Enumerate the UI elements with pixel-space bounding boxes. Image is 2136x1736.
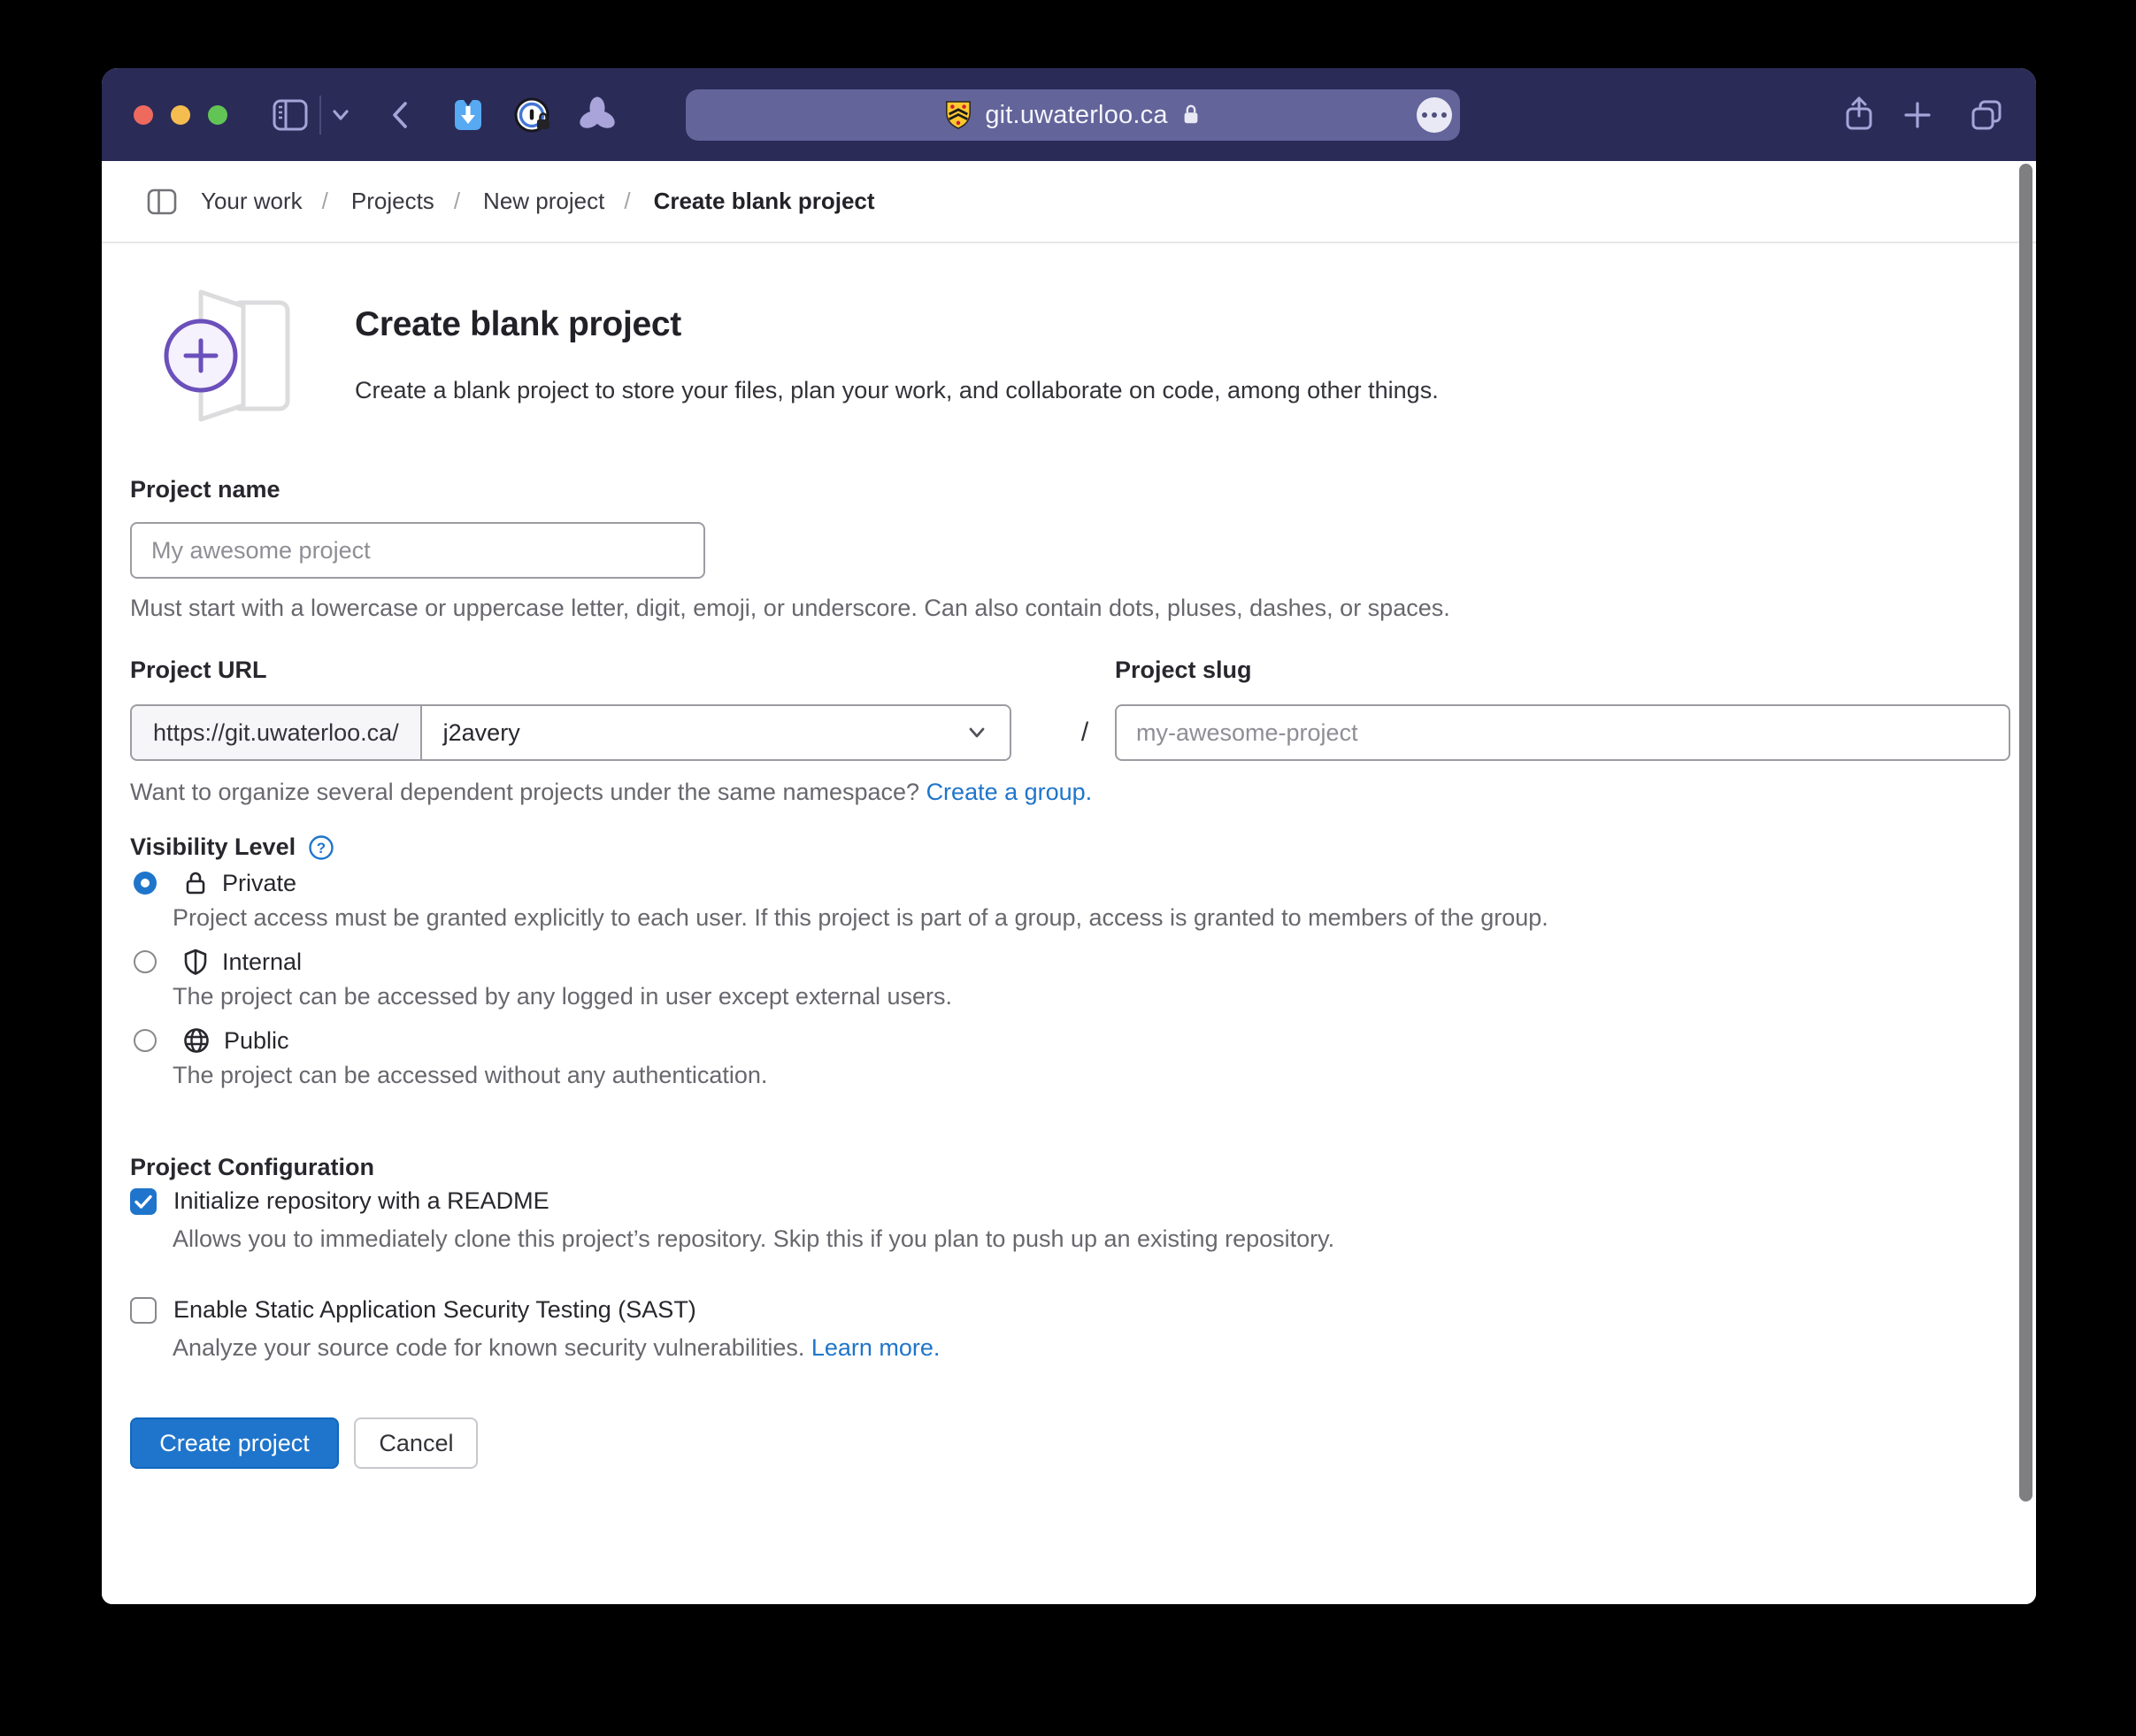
sast-option[interactable]: Enable Static Application Security Testi… [130, 1296, 696, 1324]
tab-overview-icon[interactable] [1969, 97, 2004, 133]
chevron-down-icon[interactable] [330, 107, 351, 123]
gitlab-page: Your work / Projects / New project / Cre… [102, 161, 2036, 1604]
page-title: Create blank project [355, 305, 681, 343]
browser-window: git.uwaterloo.ca Your work / Projects / … [102, 68, 2036, 1604]
private-description: Project access must be granted explicitl… [173, 904, 1548, 931]
project-slug-label: Project slug [1115, 657, 1252, 683]
url-slug-separator: / [1080, 718, 1089, 747]
learn-more-link[interactable]: Learn more. [811, 1334, 941, 1361]
project-name-input[interactable] [130, 522, 705, 579]
help-question-icon[interactable]: ? [308, 834, 334, 861]
cancel-button[interactable]: Cancel [354, 1417, 479, 1469]
download-extension-icon[interactable] [449, 96, 487, 134]
readme-checkbox[interactable] [130, 1187, 157, 1215]
visibility-public-option[interactable]: Public [134, 1026, 289, 1055]
breadcrumb-projects[interactable]: Projects [351, 188, 434, 215]
private-radio[interactable] [134, 872, 157, 895]
breadcrumb-separator: / [321, 188, 328, 214]
flower-extension-icon[interactable] [577, 96, 618, 134]
scrollbar-thumb[interactable] [2019, 164, 2032, 1502]
create-a-group-link[interactable]: Create a group. [926, 779, 1093, 805]
globe-icon [182, 1026, 211, 1055]
breadcrumb-new-project[interactable]: New project [483, 188, 604, 215]
lock-icon [182, 869, 209, 897]
namespace-select[interactable]: j2avery [421, 704, 1011, 761]
blank-project-illustration [157, 288, 312, 423]
breadcrumb-your-work[interactable]: Your work [201, 188, 303, 215]
zoom-window-button[interactable] [208, 105, 227, 125]
site-favicon-uwaterloo [944, 99, 972, 131]
internal-label[interactable]: Internal [222, 949, 302, 976]
password-manager-extension-icon[interactable] [513, 96, 552, 134]
project-url-group: https://git.uwaterloo.ca/ j2avery [130, 704, 1011, 761]
sast-description: Analyze your source code for known secur… [173, 1334, 940, 1362]
project-url-label: Project URL [130, 657, 267, 683]
project-slug-input[interactable] [1115, 704, 2010, 761]
toolbar-divider [319, 96, 321, 134]
new-tab-icon[interactable] [1902, 100, 1932, 130]
project-name-help: Must start with a lowercase or uppercase… [130, 595, 1450, 621]
project-name-label: Project name [130, 476, 280, 503]
browser-toolbar: git.uwaterloo.ca [102, 68, 2036, 161]
create-project-button[interactable]: Create project [130, 1417, 339, 1469]
minimize-window-button[interactable] [171, 105, 190, 125]
sast-description-text: Analyze your source code for known secur… [173, 1334, 805, 1361]
sidebar-panel-icon[interactable] [146, 187, 178, 217]
breadcrumb-separator: / [624, 188, 631, 214]
private-label[interactable]: Private [222, 870, 296, 897]
public-radio[interactable] [134, 1029, 157, 1052]
sidebar-toggle-icon[interactable] [272, 97, 309, 133]
breadcrumb: Your work / Projects / New project / Cre… [102, 161, 2036, 243]
share-icon[interactable] [1842, 95, 1876, 134]
page-more-options-button[interactable] [1417, 97, 1452, 133]
select-chevron-down-icon [965, 721, 988, 744]
namespace-help-text: Want to organize several dependent proje… [130, 779, 920, 805]
address-bar[interactable]: git.uwaterloo.ca [686, 89, 1460, 141]
sast-label[interactable]: Enable Static Application Security Testi… [173, 1296, 696, 1324]
visibility-private-option[interactable]: Private [134, 869, 296, 897]
namespace-value: j2avery [442, 718, 520, 746]
readme-label[interactable]: Initialize repository with a README [173, 1187, 549, 1215]
page-description: Create a blank project to store your fil… [355, 377, 1439, 403]
readme-description: Allows you to immediately clone this pro… [173, 1225, 1335, 1252]
form-actions: Create project Cancel [130, 1417, 479, 1469]
readme-option[interactable]: Initialize repository with a README [130, 1187, 549, 1215]
tls-lock-icon [1180, 103, 1202, 127]
public-description: The project can be accessed without any … [173, 1062, 768, 1088]
url-prefix: https://git.uwaterloo.ca/ [130, 704, 422, 761]
internal-description: The project can be accessed by any logge… [173, 983, 953, 1010]
url-text: git.uwaterloo.ca [985, 100, 1168, 129]
visibility-level-label: Visibility Level [130, 833, 296, 860]
shield-icon [182, 948, 209, 976]
internal-radio[interactable] [134, 950, 157, 973]
sast-checkbox[interactable] [130, 1296, 157, 1324]
public-label[interactable]: Public [224, 1027, 289, 1055]
breadcrumb-current: Create blank project [653, 188, 875, 214]
back-button-icon[interactable] [389, 100, 411, 130]
close-window-button[interactable] [134, 105, 153, 125]
namespace-help: Want to organize several dependent proje… [130, 779, 1092, 806]
visibility-level-heading: Visibility Level ? [130, 833, 334, 861]
breadcrumb-separator: / [453, 188, 461, 214]
visibility-internal-option[interactable]: Internal [134, 948, 302, 976]
svg-text:?: ? [317, 840, 326, 856]
project-configuration-label: Project Configuration [130, 1154, 374, 1180]
